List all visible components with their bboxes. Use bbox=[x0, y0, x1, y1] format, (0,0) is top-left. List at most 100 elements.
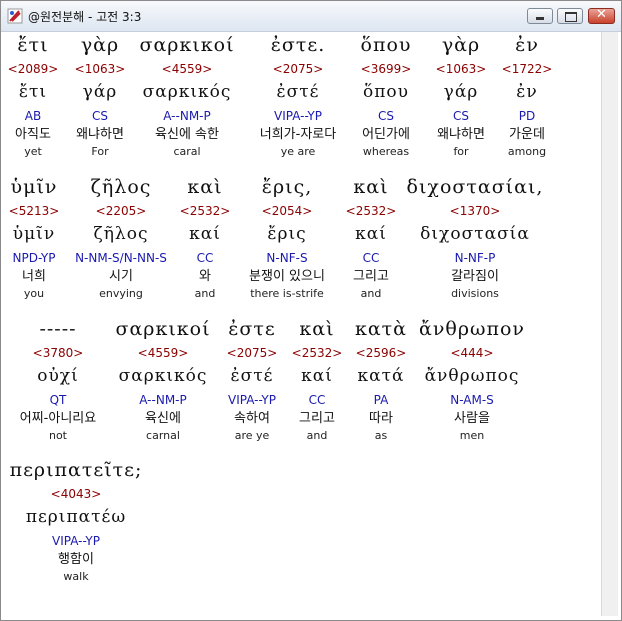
parse-code: CS bbox=[453, 109, 469, 123]
english-gloss: are ye bbox=[234, 429, 270, 442]
close-button[interactable]: ✕ bbox=[588, 7, 615, 24]
english-gloss: among bbox=[507, 145, 547, 158]
korean-gloss: 그리고 bbox=[353, 269, 389, 284]
greek-word: ἔτι bbox=[17, 34, 49, 56]
word-cell[interactable]: καὶ <2532> καί CC 그리고 and bbox=[341, 174, 401, 302]
lemma: οὐχί bbox=[37, 366, 79, 386]
app-logo-icon bbox=[7, 8, 23, 24]
scrollbar-track[interactable] bbox=[602, 32, 618, 616]
word-cell[interactable]: ἐστε. <2075> ἐστέ VIPA--YP 너희가-자로다 ye ar… bbox=[243, 32, 353, 160]
word-cell[interactable]: ὅπου <3699> ὅπου CS 어딘가에 whereas bbox=[355, 32, 417, 160]
korean-gloss: 육신에 속한 bbox=[155, 127, 219, 142]
strong-number: <1063> bbox=[74, 62, 126, 76]
english-gloss: and bbox=[306, 429, 328, 442]
korean-gloss: 그리고 bbox=[299, 411, 335, 426]
greek-word: ἔρις, bbox=[261, 176, 313, 198]
word-cell[interactable]: σαρκικοί <4559> σαρκικός A--NM-P 육신에 car… bbox=[115, 316, 211, 444]
english-gloss: ye are bbox=[280, 145, 316, 158]
english-gloss: and bbox=[194, 287, 216, 300]
korean-gloss: 아직도 bbox=[15, 127, 51, 142]
greek-word: καὶ bbox=[187, 176, 223, 198]
minimize-icon bbox=[536, 17, 544, 20]
word-cell[interactable]: σαρκικοί <4559> σαρκικός A--NM-P 육신에 속한 … bbox=[139, 32, 235, 160]
word-cell[interactable]: περιπατεῖτε; <4043> περιπατέω VIPA--YP 행… bbox=[5, 457, 147, 585]
greek-word: ----- bbox=[39, 318, 77, 340]
parse-code: N-NF-P bbox=[454, 251, 496, 265]
lemma: ἐστέ bbox=[276, 82, 320, 102]
korean-gloss: 속하여 bbox=[234, 411, 270, 426]
korean-gloss: 가운데 bbox=[509, 127, 545, 142]
lemma: ζῆλος bbox=[93, 224, 149, 244]
greek-word: ἄνθρωπον bbox=[419, 318, 525, 340]
lemma: καί bbox=[355, 224, 387, 244]
korean-gloss: 너희가-자로다 bbox=[259, 127, 337, 142]
lemma: ὑμῖν bbox=[12, 224, 56, 244]
strong-number: <1063> bbox=[435, 62, 487, 76]
lemma: ὅπου bbox=[363, 82, 409, 102]
close-icon: ✕ bbox=[596, 7, 607, 22]
word-cell[interactable]: ἔτι <2089> ἔτι AB 아직도 yet bbox=[3, 32, 63, 160]
parse-code: AB bbox=[24, 109, 42, 123]
greek-word: σαρκικοί bbox=[115, 318, 211, 340]
korean-gloss: 왜냐하면 bbox=[437, 127, 485, 142]
greek-word: ζῆλος bbox=[90, 176, 152, 198]
word-cell[interactable]: ἔρις, <2054> ἔρις N-NF-S 분쟁이 있으니 there i… bbox=[237, 174, 337, 302]
greek-word: περιπατεῖτε; bbox=[9, 459, 143, 481]
word-cell[interactable]: γὰρ <1063> γάρ CS 왜냐하면 for bbox=[425, 32, 497, 160]
parse-code: VIPA--YP bbox=[274, 109, 322, 123]
word-cell[interactable]: ----- <3780> οὐχί QT 어찌-아니리요 not bbox=[5, 316, 111, 444]
lemma: γάρ bbox=[82, 82, 118, 102]
greek-word: ὑμῖν bbox=[10, 176, 58, 198]
english-gloss: walk bbox=[63, 570, 89, 583]
strong-number: <1722> bbox=[501, 62, 553, 76]
english-gloss: caral bbox=[173, 145, 201, 158]
word-cell[interactable]: καὶ <2532> καί CC 와 and bbox=[177, 174, 233, 302]
strong-number: <5213> bbox=[8, 204, 60, 218]
word-cell[interactable]: διχοστασίαι, <1370> διχοστασία N-NF-P 갈라… bbox=[405, 174, 545, 302]
lemma: διχοστασία bbox=[420, 224, 530, 244]
word-cell[interactable]: ὑμῖν <5213> ὑμῖν NPD-YP 너희 you bbox=[5, 174, 63, 302]
word-cell[interactable]: καὶ <2532> καί CC 그리고 and bbox=[289, 316, 345, 444]
minimize-button[interactable] bbox=[527, 8, 553, 24]
word-cell[interactable]: ἐν <1722> ἐν PD 가운데 among bbox=[499, 32, 555, 160]
korean-gloss: 왜냐하면 bbox=[76, 127, 124, 142]
lemma: περιπατέω bbox=[25, 507, 127, 527]
lemma: καί bbox=[189, 224, 221, 244]
parse-code: VIPA--YP bbox=[52, 534, 100, 548]
parse-code: CS bbox=[92, 109, 108, 123]
greek-word: γὰρ bbox=[441, 34, 481, 56]
maximize-button[interactable] bbox=[557, 8, 583, 24]
korean-gloss: 너희 bbox=[22, 269, 46, 284]
strong-number: <3699> bbox=[360, 62, 412, 76]
parse-code: N-NF-S bbox=[266, 251, 308, 265]
strong-number: <2532> bbox=[179, 204, 231, 218]
window-title: @원전분해 - 고전 3:3 bbox=[28, 10, 142, 24]
parse-code: N-AM-S bbox=[450, 393, 494, 407]
parse-code: A--NM-P bbox=[163, 109, 211, 123]
word-cell[interactable]: ζῆλος <2205> ζῆλος N-NM-S/N-NN-S 시기 envy… bbox=[69, 174, 173, 302]
lemma: ἔτι bbox=[18, 82, 48, 102]
korean-gloss: 어딘가에 bbox=[362, 127, 410, 142]
word-cell[interactable]: ἄνθρωπον <444> ἄνθρωπος N-AM-S 사람을 men bbox=[417, 316, 527, 444]
parse-code: CC bbox=[308, 393, 326, 407]
strong-number: <2596> bbox=[355, 346, 407, 360]
parse-code: CS bbox=[378, 109, 394, 123]
english-gloss: yet bbox=[24, 145, 42, 158]
english-gloss: divisions bbox=[451, 287, 499, 300]
parse-code: NPD-YP bbox=[12, 251, 56, 265]
english-gloss: not bbox=[48, 429, 67, 442]
lemma: καί bbox=[301, 366, 333, 386]
korean-gloss: 와 bbox=[199, 269, 211, 284]
lemma: ἐν bbox=[516, 82, 538, 102]
word-cell[interactable]: κατὰ <2596> κατά PA 따라 as bbox=[349, 316, 413, 444]
lemma: κατά bbox=[357, 366, 405, 386]
english-gloss: and bbox=[360, 287, 382, 300]
word-cell[interactable]: ἐστε <2075> ἐστέ VIPA--YP 속하여 are ye bbox=[217, 316, 287, 444]
lemma: σαρκικός bbox=[142, 82, 232, 102]
title-bar[interactable]: @원전분해 - 고전 3:3 ✕ bbox=[1, 1, 621, 32]
strong-number: <444> bbox=[450, 346, 494, 360]
english-gloss: whereas bbox=[362, 145, 410, 158]
greek-word: σαρκικοί bbox=[139, 34, 235, 56]
word-cell[interactable]: γὰρ <1063> γάρ CS 왜냐하면 For bbox=[65, 32, 135, 160]
lemma: ἔρις bbox=[267, 224, 307, 244]
